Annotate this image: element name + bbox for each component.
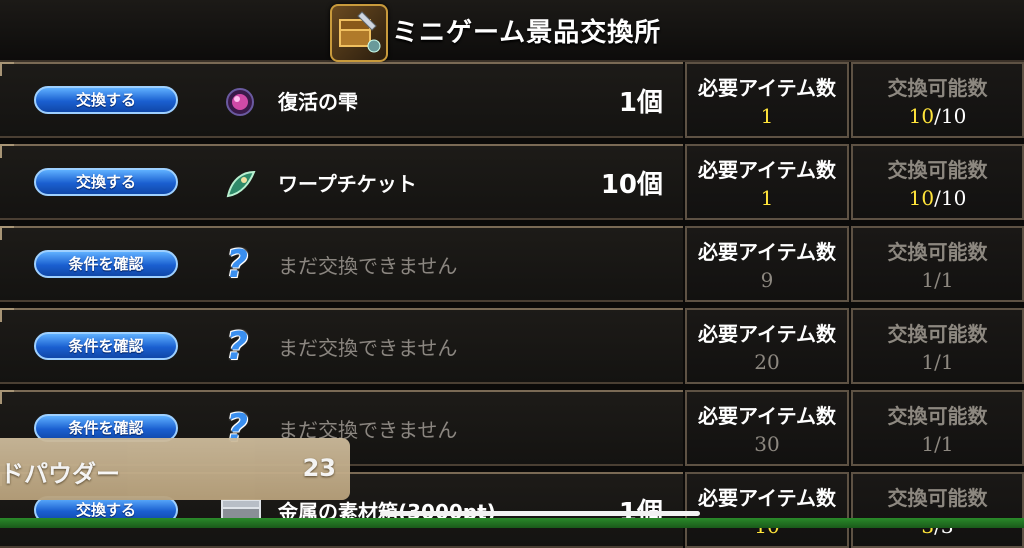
exchange-current: 10 [908, 186, 935, 210]
required-label: 必要アイテム数 [698, 322, 836, 346]
row-main: 交換する 復活の雫 1個 [0, 62, 683, 138]
item-quantity: 10個 [600, 170, 663, 200]
exchange-current: 1 [921, 350, 935, 374]
exchange-cell: 交換可能数 1/1 [851, 226, 1024, 302]
exchange-current: 10 [908, 104, 935, 128]
exchange-total: /1 [934, 432, 954, 456]
exchange-cell: 交換可能数 10/10 [851, 144, 1024, 220]
page-title: ミニゲーム景品交換所 [392, 18, 662, 48]
exchange-label: 交換可能数 [887, 76, 988, 100]
required-cell: 必要アイテム数 9 [685, 226, 849, 302]
exchange-button[interactable]: 交換する [34, 168, 178, 196]
popup-item-count: 23 [302, 454, 336, 482]
exchange-cell: 交換可能数 1/1 [851, 390, 1024, 466]
exchange-cell: 交換可能数 1/1 [851, 308, 1024, 384]
exchange-current: 1 [921, 432, 935, 456]
item-quantity: 1個 [618, 88, 663, 118]
list-item: 交換する ワープチケット 10個 必要アイテム数 1 交換可能数 10/10 [0, 144, 1024, 220]
warp-ticket-icon [224, 168, 256, 200]
exchange-cell: 交換可能数 10/10 [851, 62, 1024, 138]
exchange-value: 1/1 [853, 432, 1022, 456]
check-conditions-button[interactable]: 条件を確認 [34, 332, 178, 360]
list-item: 条件を確認 ? まだ交換できません 必要アイテム数 9 交換可能数 1/1 [0, 226, 1024, 302]
exchange-label: 交換可能数 [887, 240, 988, 264]
exchange-total: /1 [934, 350, 954, 374]
list-item: 条件を確認 ? まだ交換できません 必要アイテム数 20 交換可能数 1/1 [0, 308, 1024, 384]
required-label: 必要アイテム数 [698, 158, 836, 182]
row-main: 交換する ワープチケット 10個 [0, 144, 683, 220]
item-name: まだ交換できません [278, 254, 458, 278]
exchange-value: 10/10 [853, 186, 1022, 210]
popup-item-name: ドパウダー [0, 460, 120, 488]
exchange-current: 1 [921, 268, 935, 292]
exchange-total: /10 [934, 104, 967, 128]
required-cell: 必要アイテム数 20 [685, 308, 849, 384]
required-value: 9 [760, 268, 774, 292]
required-value: 30 [754, 432, 780, 456]
header: ミニゲーム景品交換所 [0, 0, 1024, 62]
exchange-button[interactable]: 交換する [34, 86, 178, 114]
required-value: 1 [760, 186, 774, 210]
bottom-strip [0, 518, 1024, 528]
exchange-value: 1/1 [853, 268, 1022, 292]
list-item: 交換する 復活の雫 1個 必要アイテム数 1 交換可能数 10/10 [0, 62, 1024, 138]
check-conditions-button[interactable]: 条件を確認 [34, 250, 178, 278]
item-name: 復活の雫 [278, 90, 358, 114]
item-count-popup: ドパウダー 23 [0, 438, 350, 500]
exchange-label: 交換可能数 [887, 322, 988, 346]
exchange-total: /10 [934, 186, 967, 210]
required-cell: 必要アイテム数 1 [685, 62, 849, 138]
item-name: ワープチケット [278, 172, 417, 196]
row-main: 条件を確認 ? まだ交換できません [0, 308, 683, 384]
required-label: 必要アイテム数 [698, 76, 836, 100]
required-cell: 必要アイテム数 30 [685, 390, 849, 466]
purple-orb-icon [224, 86, 256, 118]
question-mark-icon: ? [226, 324, 249, 368]
exchange-cell: 交換可能数 3/3 [851, 472, 1024, 548]
exchange-label: 交換可能数 [887, 404, 988, 428]
home-indicator[interactable] [380, 511, 700, 516]
exchange-label: 交換可能数 [887, 158, 988, 182]
required-label: 必要アイテム数 [698, 240, 836, 264]
item-name: まだ交換できません [278, 336, 458, 360]
exchange-value: 1/1 [853, 350, 1022, 374]
required-value: 1 [760, 104, 774, 128]
required-value: 20 [754, 350, 780, 374]
required-cell: 必要アイテム数 1 [685, 144, 849, 220]
exchange-label: 交換可能数 [887, 486, 988, 510]
row-main: 条件を確認 ? まだ交換できません [0, 226, 683, 302]
exchange-total: /1 [934, 268, 954, 292]
required-cell: 必要アイテム数 10 [685, 472, 849, 548]
exchange-value: 10/10 [853, 104, 1022, 128]
treasure-chest-icon [330, 4, 388, 62]
required-label: 必要アイテム数 [698, 404, 836, 428]
required-label: 必要アイテム数 [698, 486, 836, 510]
question-mark-icon: ? [226, 242, 249, 286]
